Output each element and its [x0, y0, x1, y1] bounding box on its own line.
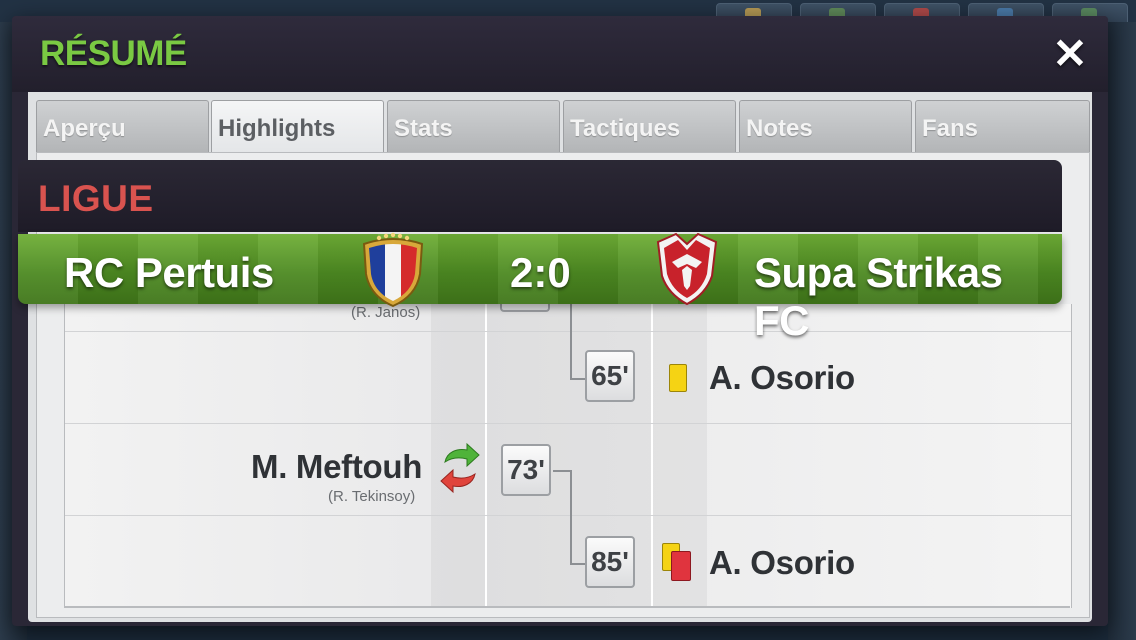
- away-team-crest-icon: [656, 232, 718, 306]
- highlights-timeline[interactable]: (R. Janos) 65' A. Osorio 73' M. Meftouh …: [64, 304, 1072, 608]
- tab-label: Fans: [922, 115, 979, 142]
- sub-player-name: (R. Tekinsoy): [328, 488, 416, 505]
- away-team-name: Supa Strikas FC: [754, 249, 1003, 344]
- home-team-crest-icon: [362, 232, 424, 308]
- substitution-icon: [440, 442, 480, 494]
- competition-title: LIGUE: [38, 178, 154, 219]
- close-button[interactable]: ✕: [1052, 33, 1088, 75]
- tab-stats[interactable]: Stats: [387, 100, 560, 152]
- row-divider: [65, 515, 1071, 516]
- minute-badge: 73': [501, 444, 551, 496]
- tab-label: Notes: [746, 115, 813, 142]
- event-connector: [570, 470, 572, 564]
- away-player-name: A. Osorio: [709, 359, 855, 396]
- minute-badge: [500, 304, 550, 312]
- away-player-name: A. Osorio: [709, 544, 855, 581]
- tab-fans[interactable]: Fans: [915, 100, 1090, 152]
- close-icon: ✕: [1052, 30, 1088, 77]
- home-team-name: RC Pertuis: [64, 249, 274, 296]
- tab-notes[interactable]: Notes: [739, 100, 912, 152]
- home-player-name: M. Meftouh: [251, 448, 423, 485]
- league-banner: LIGUE: [18, 160, 1062, 232]
- timeline-divider: [651, 304, 653, 608]
- tab-label: Tactiques: [570, 115, 681, 142]
- timeline-bottom-border: [64, 606, 1070, 608]
- minute-badge: 65': [585, 350, 635, 402]
- tab-tactiques[interactable]: Tactiques: [563, 100, 736, 152]
- event-connector: [570, 304, 572, 379]
- yellow-card-icon: [669, 364, 687, 392]
- match-score: 2:0: [510, 249, 571, 296]
- tab-label: Highlights: [218, 115, 336, 142]
- tab-highlights[interactable]: Highlights: [211, 100, 384, 153]
- row-divider: [65, 423, 1071, 424]
- event-connector: [570, 378, 586, 380]
- event-connector: [570, 563, 586, 565]
- tab-bar: Aperçu Highlights Stats Tactiques Notes …: [36, 100, 1092, 153]
- minute-badge: 85': [585, 536, 635, 588]
- timeline-divider: [485, 304, 487, 608]
- background-right-panel: [1108, 22, 1136, 640]
- modal-title: RÉSUMÉ: [40, 34, 187, 73]
- tab-apercu[interactable]: Aperçu: [36, 100, 209, 152]
- red-card-icon: [671, 551, 691, 581]
- score-bar: RC Pertuis 2:0 Supa Strikas FC: [18, 232, 1062, 344]
- modal-header: RÉSUMÉ ✕: [12, 16, 1108, 92]
- tab-label: Stats: [394, 115, 453, 142]
- tab-label: Aperçu: [43, 115, 126, 142]
